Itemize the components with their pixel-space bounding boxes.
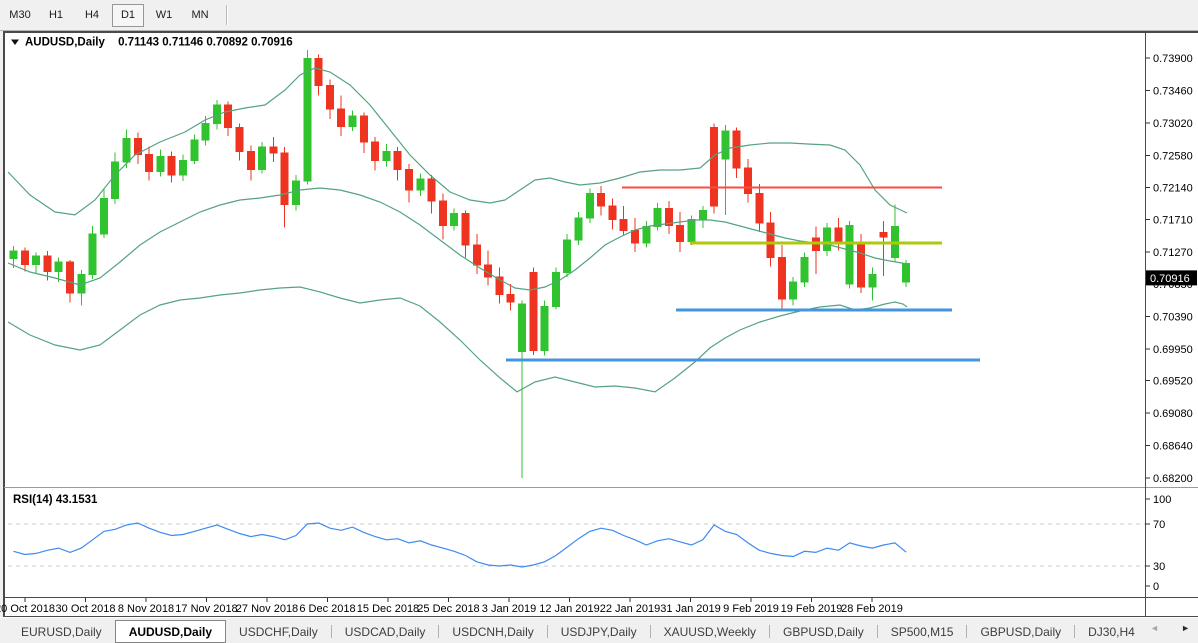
tab-usdjpy-daily[interactable]: USDJPY,Daily (548, 621, 650, 642)
price-axis-label: 0.73900 (1153, 53, 1193, 65)
time-axis-label: 8 Nov 2018 (118, 603, 174, 615)
symbol-tabs: EURUSD,DailyAUDUSD,DailyUSDCHF,DailyUSDC… (0, 620, 1146, 643)
mt4-window: M30H1H4D1W1MN 0.739000.734600.730200.725… (0, 0, 1198, 643)
price-axis-label: 0.69080 (1153, 408, 1193, 420)
tab-scroll-left-icon[interactable]: ◄ (1150, 623, 1159, 633)
price-axis-label: 0.68640 (1153, 441, 1193, 453)
chart-window: 0.73900 0.73460 0.73020 0.72580 0.72140 0.717… (0, 0, 1198, 643)
current-price-badge: 0.70916 (1146, 270, 1197, 285)
tab-scroll-arrows: ◄ ► (1146, 623, 1198, 633)
time-axis-label: 9 Feb 2019 (723, 603, 779, 615)
tab-usdchf-daily[interactable]: USDCHF,Daily (226, 621, 331, 642)
tab-gbpusd-daily[interactable]: GBPUSD,Daily (770, 621, 877, 642)
chart-title-ohlc: 0.71143 0.71146 0.70892 0.70916 (118, 37, 293, 49)
tab-eurusd-daily[interactable]: EURUSD,Daily (8, 621, 115, 642)
rsi-axis-label: 30 (1153, 561, 1165, 573)
price-axis-label: 0.73460 (1153, 85, 1193, 97)
tab-xauusd-weekly[interactable]: XAUUSD,Weekly (651, 621, 769, 642)
time-axis-label: 3 Jan 2019 (482, 603, 536, 615)
tab-usdcnh-daily[interactable]: USDCNH,Daily (439, 621, 546, 642)
rsi-axis-label: 70 (1153, 519, 1165, 531)
chart-title-symbol: AUDUSD,Daily (25, 37, 105, 49)
price-axis-label: 0.69520 (1153, 376, 1193, 388)
tab-audusd-daily[interactable]: AUDUSD,Daily (115, 620, 226, 643)
symbol-tab-bar: EURUSD,DailyAUDUSD,DailyUSDCHF,DailyUSDC… (0, 617, 1198, 643)
price-axis-label: 0.68200 (1153, 473, 1193, 485)
tab-scroll-right-icon[interactable]: ► (1181, 623, 1190, 633)
time-axis-label: 15 Dec 2018 (357, 603, 419, 615)
price-axis-label: 0.69950 (1153, 344, 1193, 356)
rsi-axis-label: 100 (1153, 494, 1171, 506)
chart-plot-area[interactable] (8, 33, 1145, 487)
chart-title: AUDUSD,Daily 0.71143 0.71146 0.70892 0.7… (11, 37, 293, 49)
time-axis-label: 30 Oct 2018 (56, 603, 116, 615)
time-axis-label: 28 Feb 2019 (841, 603, 903, 615)
time-axis-label: 19 Feb 2019 (781, 603, 843, 615)
time-axis-label: 17 Nov 2018 (175, 603, 237, 615)
time-axis-label: 20 Oct 2018 (0, 603, 55, 615)
price-axis-label: 0.71270 (1153, 247, 1193, 259)
time-axis-label: 31 Jan 2019 (660, 603, 721, 615)
rsi-label: RSI(14) 43.1531 (13, 494, 98, 506)
price-axis-label: 0.70390 (1153, 312, 1193, 324)
price-axis-label: 0.73020 (1153, 118, 1193, 130)
price-axis-label: 0.72140 (1153, 183, 1193, 195)
tab-usdcad-daily[interactable]: USDCAD,Daily (332, 621, 439, 642)
tab-sp500-m15[interactable]: SP500,M15 (878, 621, 967, 642)
time-axis-label: 27 Nov 2018 (236, 603, 298, 615)
current-price-badge-value: 0.70916 (1150, 273, 1190, 285)
tab-gbpusd-daily-2[interactable]: GBPUSD,Daily (967, 621, 1074, 642)
tab-dj30-h4[interactable]: DJ30,H4 (1075, 621, 1146, 642)
svg-text:AUDUSD,Daily 0.71143 0: AUDUSD,Daily 0.71143 0.71146 0.70892 0.7… (25, 37, 293, 49)
time-axis-label: 22 Jan 2019 (600, 603, 661, 615)
rsi-axis-label: 0 (1153, 581, 1159, 593)
time-axis-label: 25 Dec 2018 (417, 603, 479, 615)
price-axis-label: 0.71710 (1153, 214, 1193, 226)
price-axis-label: 0.72580 (1153, 150, 1193, 162)
time-axis-label: 6 Dec 2018 (299, 603, 355, 615)
time-axis-label: 12 Jan 2019 (539, 603, 600, 615)
